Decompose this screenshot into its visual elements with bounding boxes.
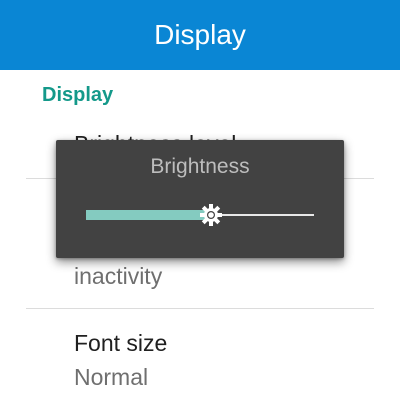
app-bar-title: Display: [154, 19, 246, 50]
pref-font-size-summary: Normal: [74, 364, 149, 390]
brightness-dialog: Brightness: [56, 140, 344, 258]
brightness-sun-icon[interactable]: [199, 203, 223, 227]
app-bar: Display: [0, 0, 400, 70]
pref-font-size-title: Font size: [74, 330, 168, 356]
pref-sleep-summary: inactivity: [74, 263, 163, 289]
brightness-dialog-title: Brightness: [150, 155, 250, 178]
divider: [26, 308, 374, 309]
section-header-display: Display: [42, 84, 114, 106]
slider-fill: [86, 210, 212, 220]
